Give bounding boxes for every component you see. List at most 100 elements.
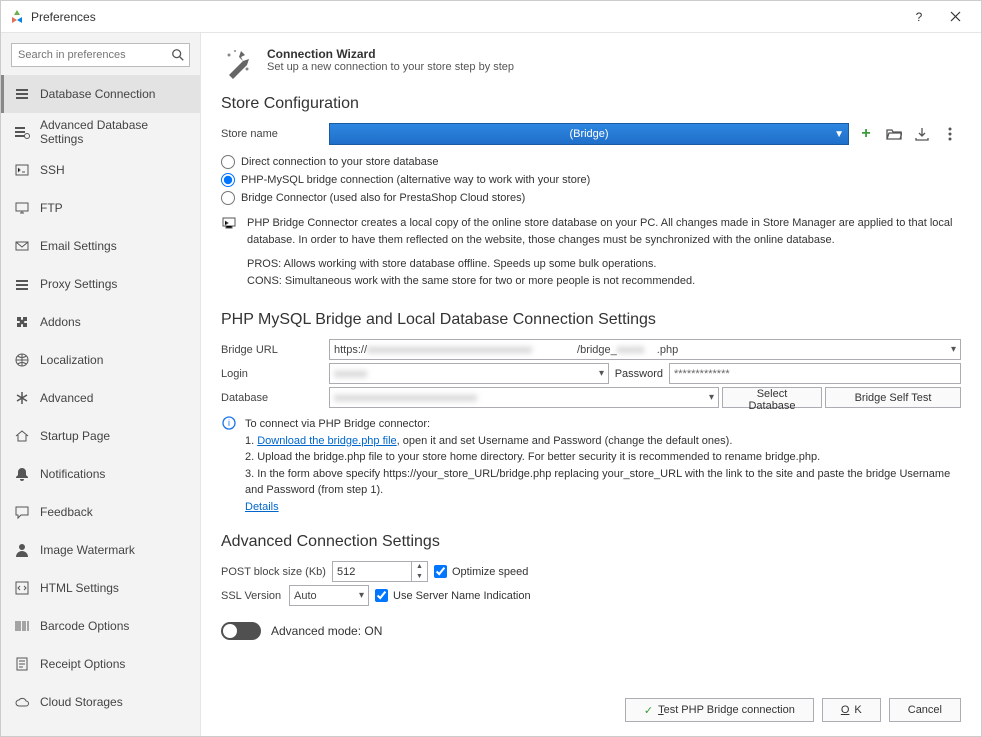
terminal-icon xyxy=(14,162,30,178)
info-cons: CONS: Simultaneous work with the same st… xyxy=(247,273,961,290)
ssl-version-select[interactable]: Auto ▾ xyxy=(289,585,369,606)
sidebar-item-label: Addons xyxy=(40,315,81,329)
sidebar-item-addons[interactable]: Addons xyxy=(1,303,200,341)
add-store-button[interactable]: + xyxy=(855,123,877,145)
monitor-icon xyxy=(14,200,30,216)
help-button[interactable]: ? xyxy=(901,3,937,31)
sidebar-item-advanced-database-settings[interactable]: Advanced Database Settings xyxy=(1,113,200,151)
wizard-desc: Set up a new connection to your store st… xyxy=(267,61,514,73)
sidebar-item-label: SSH xyxy=(40,163,65,177)
database-label: Database xyxy=(221,392,329,404)
sidebar-item-notifications[interactable]: Notifications xyxy=(1,455,200,493)
import-button[interactable] xyxy=(911,123,933,145)
radio-connector-input[interactable] xyxy=(221,191,235,205)
sidebar-item-label: Notifications xyxy=(40,467,105,481)
asterisk-icon xyxy=(14,390,30,406)
search-input-wrap[interactable] xyxy=(11,43,190,67)
help-step-1: 1. Download the bridge.php file, open it… xyxy=(245,433,961,450)
sidebar-item-database-connection[interactable]: Database Connection xyxy=(1,75,200,113)
proxy-icon xyxy=(14,276,30,292)
post-size-input[interactable]: 512 ▲▼ xyxy=(332,561,428,582)
sidebar-item-label: Proxy Settings xyxy=(40,277,117,291)
sidebar-item-label: HTML Settings xyxy=(40,581,119,595)
login-input[interactable]: xxxxxx ▾ xyxy=(329,363,609,384)
info-pros: PROS: Allows working with store database… xyxy=(247,256,961,273)
db-icon xyxy=(14,86,30,102)
sidebar-item-label: Feedback xyxy=(40,505,93,519)
sidebar-item-receipt-options[interactable]: Receipt Options xyxy=(1,645,200,683)
html-icon xyxy=(14,580,30,596)
info-icon: i xyxy=(221,416,237,515)
password-label: Password xyxy=(609,368,669,380)
puzzle-icon xyxy=(14,314,30,330)
sidebar-item-label: Image Watermark xyxy=(40,543,135,557)
radio-connector[interactable]: Bridge Connector (used also for PrestaSh… xyxy=(221,191,961,205)
test-connection-button[interactable]: ✓ Test PHP Bridge connection xyxy=(625,698,814,722)
more-menu-button[interactable] xyxy=(939,123,961,145)
radio-direct-input[interactable] xyxy=(221,155,235,169)
sidebar-item-advanced[interactable]: Advanced xyxy=(1,379,200,417)
sidebar-item-localization[interactable]: Localization xyxy=(1,341,200,379)
cancel-button[interactable]: Cancel xyxy=(889,698,961,722)
radio-direct[interactable]: Direct connection to your store database xyxy=(221,155,961,169)
optimize-speed-checkbox[interactable]: Optimize speed xyxy=(434,565,528,578)
sidebar-item-image-watermark[interactable]: Image Watermark xyxy=(1,531,200,569)
sidebar-nav: Database Connection Advanced Database Set… xyxy=(1,75,200,736)
ok-button[interactable]: OK xyxy=(822,698,881,722)
store-name-select[interactable]: (Bridge) ▼ xyxy=(329,123,849,145)
download-bridge-link[interactable]: Download the bridge.php file xyxy=(257,435,396,447)
chevron-down-icon: ▾ xyxy=(599,368,604,379)
receipt-icon xyxy=(14,656,30,672)
sync-icon xyxy=(221,215,237,289)
store-name-label: Store name xyxy=(221,128,329,140)
details-link[interactable]: Details xyxy=(245,501,279,513)
chevron-down-icon: ▾ xyxy=(951,344,956,355)
chevron-down-icon: ▼ xyxy=(834,129,844,140)
window-title: Preferences xyxy=(31,10,901,24)
bridge-self-test-button[interactable]: Bridge Self Test xyxy=(825,387,961,408)
sidebar-item-startup-page[interactable]: Startup Page xyxy=(1,417,200,455)
sidebar-item-html-settings[interactable]: HTML Settings xyxy=(1,569,200,607)
barcode-icon xyxy=(14,618,30,634)
content-area: Connection Wizard Set up a new connectio… xyxy=(201,33,981,736)
password-input[interactable] xyxy=(669,363,961,384)
database-input[interactable]: xxxxxxxxxxxxxxxxxxxxxxxxxx ▾ xyxy=(329,387,719,408)
sidebar-item-label: Advanced Database Settings xyxy=(40,118,190,146)
info-text: PHP Bridge Connector creates a local cop… xyxy=(247,215,961,248)
globe-icon xyxy=(14,352,30,368)
open-folder-button[interactable] xyxy=(883,123,905,145)
sidebar-item-cloud-storages[interactable]: Cloud Storages xyxy=(1,683,200,721)
sidebar-item-email-settings[interactable]: Email Settings xyxy=(1,227,200,265)
sidebar-item-ssh[interactable]: SSH xyxy=(1,151,200,189)
help-intro: To connect via PHP Bridge connector: xyxy=(245,416,961,433)
radio-bridge-input[interactable] xyxy=(221,173,235,187)
bridge-url-label: Bridge URL xyxy=(221,344,329,356)
post-size-label: POST block size (Kb) xyxy=(221,566,326,578)
spinner-down-icon[interactable]: ▼ xyxy=(412,572,427,582)
search-icon xyxy=(166,48,189,62)
bridge-url-input[interactable]: https:// xxxxxxxxxxxxxxxxxxxxxxxxxxxxxx … xyxy=(329,339,961,360)
svg-text:i: i xyxy=(228,418,230,428)
advanced-mode-toggle[interactable] xyxy=(221,622,261,640)
sidebar-item-label: Barcode Options xyxy=(40,619,129,633)
sidebar-item-ftp[interactable]: FTP xyxy=(1,189,200,227)
advanced-heading: Advanced Connection Settings xyxy=(221,533,961,551)
sidebar-item-label: Advanced xyxy=(40,391,93,405)
home-icon xyxy=(14,428,30,444)
store-name-value: (Bridge) xyxy=(569,128,608,140)
chevron-down-icon: ▾ xyxy=(359,590,364,601)
spinner-up-icon[interactable]: ▲ xyxy=(412,562,427,572)
app-logo-icon xyxy=(9,9,25,25)
sidebar-item-feedback[interactable]: Feedback xyxy=(1,493,200,531)
sidebar-item-proxy-settings[interactable]: Proxy Settings xyxy=(1,265,200,303)
radio-bridge[interactable]: PHP-MySQL bridge connection (alternative… xyxy=(221,173,961,187)
chevron-down-icon: ▾ xyxy=(709,392,714,403)
close-button[interactable] xyxy=(937,3,973,31)
search-input[interactable] xyxy=(12,49,166,61)
chat-icon xyxy=(14,504,30,520)
bridge-heading: PHP MySQL Bridge and Local Database Conn… xyxy=(221,311,961,329)
sni-checkbox[interactable]: Use Server Name Indication xyxy=(375,589,531,602)
sidebar-item-barcode-options[interactable]: Barcode Options xyxy=(1,607,200,645)
select-database-button[interactable]: Select Database xyxy=(722,387,822,408)
check-icon: ✓ xyxy=(644,704,653,717)
